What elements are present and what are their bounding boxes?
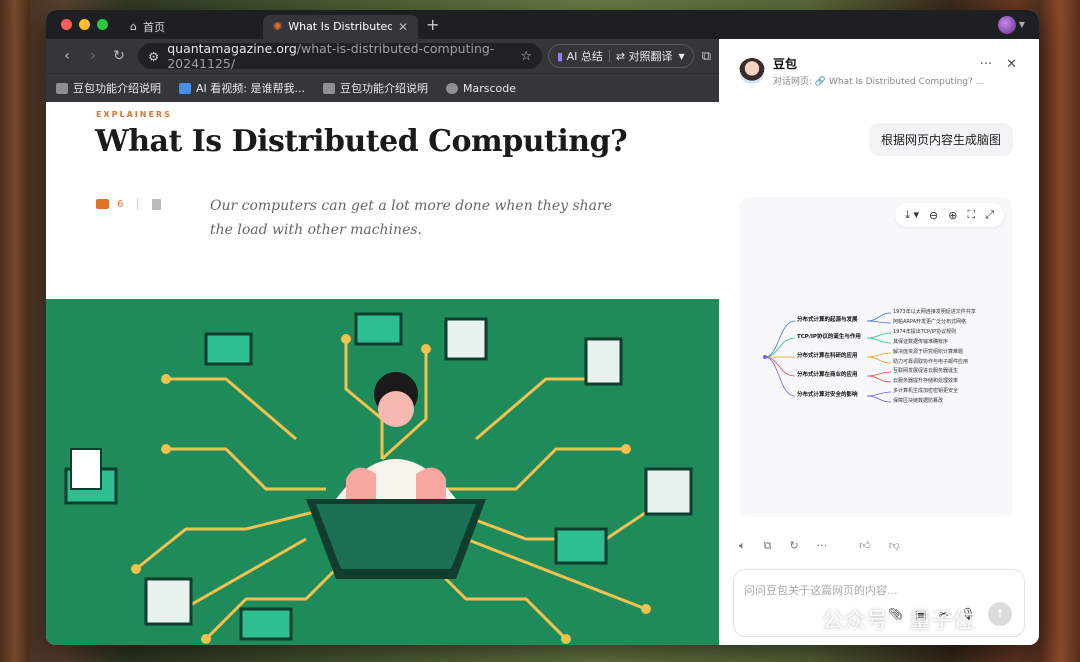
close-tab-icon[interactable]: ✕ bbox=[398, 20, 408, 34]
new-tab-button[interactable]: + bbox=[426, 15, 439, 34]
bookmark-item[interactable]: AI 看视频: 是谁帮我... bbox=[179, 80, 305, 96]
browser-toolbar: ‹ › ↻ ⚙ quantamagazine.org/what-is-distr… bbox=[46, 39, 719, 73]
tab-label: 首页 bbox=[142, 20, 165, 34]
extensions-icon[interactable]: ⧉ bbox=[702, 49, 711, 64]
profile-menu[interactable]: ▼ bbox=[997, 15, 1025, 34]
ai-summary-icon: ▮ bbox=[557, 50, 564, 63]
watermark: 公众号 · 量子位 bbox=[780, 603, 975, 635]
bookmark-label: AI 看视频: 是谁帮我... bbox=[196, 82, 305, 95]
article-page: EXPLAINERS What Is Distributed Computing… bbox=[46, 102, 719, 645]
circuit-illustration bbox=[64, 312, 693, 644]
mindmap-branch: TCP/IP协议的诞生与作用 bbox=[797, 334, 861, 340]
tab-bar: ⌂ 首页 ✺ What Is Distributed Co ✕ + ▼ bbox=[46, 10, 1039, 39]
mindmap-leaf: 1974年提出TCP/IP协议规则 bbox=[893, 329, 957, 335]
thumbs-down-icon[interactable]: 👎︎ bbox=[889, 539, 900, 553]
send-button[interactable]: ↑ bbox=[988, 602, 1012, 626]
chevron-down-icon[interactable]: ▼ bbox=[679, 52, 685, 61]
mindmap-leaf: 保障区块链数据防篡改 bbox=[893, 398, 944, 404]
mindmap-leaf: 互联网发展促进云服务器诞生 bbox=[893, 368, 959, 374]
doubao-side-panel: 豆包 对话网页: 🔗 What Is Distributed Computing… bbox=[719, 39, 1039, 645]
mindmap-leaf: 助力可靠调取协作与电子邮件应用 bbox=[893, 359, 969, 365]
bookmark-star-icon[interactable]: ☆ bbox=[520, 49, 532, 64]
tab-label: What Is Distributed Co bbox=[288, 20, 392, 33]
mindmap-leaf: 多计算机生成加密密钥更安全 bbox=[893, 388, 959, 394]
home-icon: ⌂ bbox=[130, 20, 137, 33]
mindmap-leaf: 1973年以太网连接发明促进文件共享 bbox=[893, 309, 976, 315]
translate-label: 对照翻译 bbox=[628, 50, 673, 63]
comment-icon[interactable] bbox=[96, 199, 109, 209]
ai-summary-label: AI 总结 bbox=[566, 50, 603, 63]
close-icon[interactable]: ✕ bbox=[1006, 57, 1017, 72]
chat-icon bbox=[56, 82, 68, 94]
close-window-button[interactable] bbox=[61, 19, 72, 30]
panel-actions: ··· ✕ bbox=[980, 57, 1017, 72]
assistant-header: 豆包 对话网页: 🔗 What Is Distributed Computing… bbox=[739, 55, 984, 87]
copy-icon[interactable]: ⧉ bbox=[764, 539, 772, 553]
divider bbox=[608, 50, 610, 62]
regenerate-icon[interactable]: ↻ bbox=[789, 539, 798, 553]
address-bar[interactable]: ⚙ quantamagazine.org/what-is-distributed… bbox=[138, 41, 542, 71]
more-icon[interactable]: ··· bbox=[980, 57, 992, 72]
article-dek: Our computers can get a lot more done wh… bbox=[210, 198, 612, 238]
reload-icon[interactable]: ↻ bbox=[106, 48, 132, 64]
bookmark-item[interactable]: Marscode bbox=[445, 81, 516, 95]
bookmark-icon[interactable] bbox=[152, 198, 162, 210]
translate-icon: ⇄ bbox=[615, 50, 626, 63]
bookmark-label: 豆包功能介绍说明 bbox=[73, 82, 161, 95]
mindmap-card: ⤓ ▾ ⊖ ⊕ ⛶ ⤢ 分布式计算的起源与发展 TCP/IP协议的诞生与作用 分… bbox=[739, 197, 1012, 517]
article-meta: 6 bbox=[96, 198, 162, 210]
url-domain: quantamagazine.org bbox=[167, 41, 297, 56]
chat-input-placeholder: 问问豆包关于这篇网页的内容... bbox=[744, 584, 898, 597]
ai-tools: ▮ AI 总结 ⇄ 对照翻译 ▼ bbox=[548, 44, 694, 68]
bookmark-item[interactable]: 豆包功能介绍说明 bbox=[322, 80, 428, 96]
chevron-down-icon: ▼ bbox=[1018, 20, 1025, 29]
mindmap-branch: 分布式计算的起源与发展 bbox=[797, 317, 858, 323]
user-message: 根据网页内容生成脑图 bbox=[868, 123, 1013, 156]
mindmap-leaf: 云服务器提升存储和处理效率 bbox=[893, 378, 959, 384]
bookmarks-bar: 豆包功能介绍说明 AI 看视频: 是谁帮我... 豆包功能介绍说明 Marsco… bbox=[46, 73, 719, 102]
assistant-context[interactable]: 对话网页: 🔗 What Is Distributed Computing? .… bbox=[773, 74, 984, 87]
hero-illustration bbox=[46, 299, 719, 645]
tab-article[interactable]: ✺ What Is Distributed Co ✕ bbox=[263, 14, 418, 39]
zoom-window-button[interactable] bbox=[97, 19, 108, 30]
back-icon[interactable]: ‹ bbox=[54, 48, 80, 64]
article-title: What Is Distributed Computing? bbox=[95, 124, 628, 159]
tab-home[interactable]: ⌂ 首页 bbox=[120, 15, 263, 39]
comment-count[interactable]: 6 bbox=[117, 199, 123, 210]
avatar bbox=[997, 15, 1016, 34]
ai-summary-button[interactable]: ▮ AI 总结 bbox=[557, 48, 603, 64]
tree-trunk bbox=[1040, 0, 1080, 662]
assistant-avatar bbox=[739, 58, 765, 84]
thumbs-up-icon[interactable]: 👍︎ bbox=[859, 539, 871, 553]
divider bbox=[137, 198, 139, 210]
mindmap-branch: 分布式计算在商业的应用 bbox=[797, 372, 858, 378]
bookmark-item[interactable]: 豆包功能介绍说明 bbox=[56, 80, 161, 96]
forward-icon[interactable]: › bbox=[80, 48, 106, 64]
mindmap-links bbox=[763, 312, 892, 403]
translate-button[interactable]: ⇄ 对照翻译 bbox=[616, 48, 673, 64]
minimize-window-button[interactable] bbox=[79, 19, 90, 30]
bookmark-label: Marscode bbox=[462, 81, 516, 95]
mindmap-branch: 分布式计算对安全的影响 bbox=[797, 392, 858, 398]
speaker-icon[interactable]: 🔈︎ bbox=[739, 539, 746, 553]
quanta-favicon-icon: ✺ bbox=[273, 20, 283, 33]
more-icon[interactable]: ··· bbox=[817, 539, 828, 553]
globe-icon bbox=[445, 82, 458, 94]
mindmap-branch: 分布式计算在科研的应用 bbox=[797, 353, 858, 359]
mindmap-leaf: 其保证数据传输准确有序 bbox=[893, 339, 949, 345]
browser-window: ⌂ 首页 ✺ What Is Distributed Co ✕ + ▼ ‹ › … bbox=[46, 10, 1039, 645]
site-settings-icon[interactable]: ⚙ bbox=[148, 49, 159, 64]
chat-icon bbox=[322, 82, 335, 94]
window-controls bbox=[61, 19, 108, 30]
watermark-text: 公众号 · 量子位 bbox=[822, 609, 975, 634]
tree-trunk bbox=[0, 0, 30, 662]
bookmark-label: 豆包功能介绍说明 bbox=[339, 82, 428, 95]
mindmap-leaf: 阿帕ARPA开发更广泛分布式网络 bbox=[893, 319, 967, 325]
message-actions: 🔈︎ ⧉ ↻ ··· 👍︎ 👎︎ bbox=[739, 539, 900, 553]
assistant-name: 豆包 bbox=[773, 57, 798, 71]
mindmap-leaf: 解决庞资源于研究组织计算难题 bbox=[893, 349, 964, 355]
wechat-logo-icon bbox=[780, 606, 814, 632]
tv-icon bbox=[179, 82, 191, 94]
article-kicker[interactable]: EXPLAINERS bbox=[96, 110, 172, 119]
